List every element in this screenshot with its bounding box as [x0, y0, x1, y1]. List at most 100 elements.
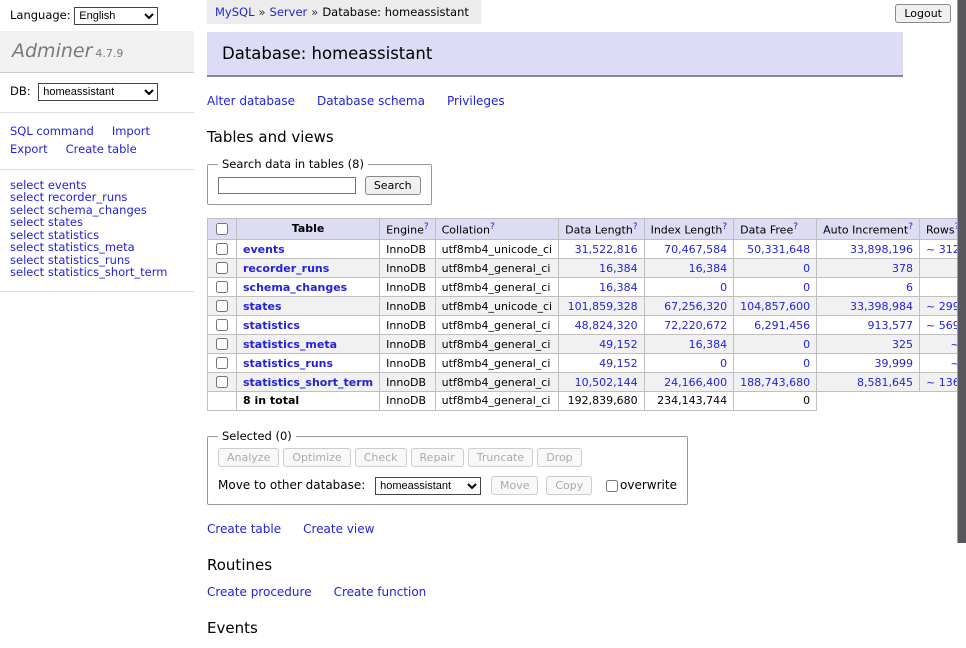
table-name-link[interactable]: statistics_short_term [48, 265, 168, 279]
index-length-cell-link[interactable]: 16,384 [689, 338, 728, 351]
row-checkbox[interactable] [216, 357, 228, 369]
row-checkbox[interactable] [216, 262, 228, 274]
data-length-cell-link[interactable]: 48,824,320 [575, 319, 638, 332]
data-free-cell-link[interactable]: 104,857,600 [740, 300, 810, 313]
row-checkbox[interactable] [216, 319, 228, 331]
db-select[interactable]: homeassistant [38, 83, 158, 101]
index-length-cell-link[interactable]: 0 [720, 281, 727, 294]
data-free-cell-link[interactable]: 188,743,680 [740, 376, 810, 389]
nav-link[interactable]: Create table [207, 522, 281, 536]
data-free-cell-link[interactable]: 0 [803, 281, 810, 294]
nav-link[interactable]: Create procedure [207, 585, 312, 599]
data-length-cell-link[interactable]: 16,384 [599, 281, 638, 294]
index-length-cell-link[interactable]: 70,467,584 [664, 243, 727, 256]
truncate-button[interactable]: Truncate [468, 448, 533, 467]
auto-increment-cell-link[interactable]: 6 [906, 281, 913, 294]
row-checkbox[interactable] [216, 376, 228, 388]
overwrite-wrap: overwrite [604, 478, 677, 492]
index-length-cell-link[interactable]: 0 [720, 357, 727, 370]
table-link[interactable]: events [243, 243, 285, 256]
table-link[interactable]: states [243, 300, 282, 313]
table-link[interactable]: recorder_runs [243, 262, 329, 275]
data-length-cell: 49,152 [559, 335, 644, 354]
repair-button[interactable]: Repair [411, 448, 464, 467]
search-button[interactable]: Search [365, 176, 421, 195]
move-button[interactable]: Move [491, 476, 539, 495]
brand-band: Adminer4.7.9 [0, 31, 194, 73]
help-icon[interactable]: ? [722, 222, 727, 232]
routines-links: Create procedure Create function [207, 585, 903, 599]
data-free-cell-link[interactable]: 50,331,648 [747, 243, 810, 256]
nav-link[interactable]: Create view [303, 522, 374, 536]
search-input[interactable] [218, 177, 356, 194]
auto-increment-cell-link[interactable]: 913,577 [868, 319, 914, 332]
data-length-cell-link[interactable]: 31,522,816 [575, 243, 638, 256]
optimize-button[interactable]: Optimize [283, 448, 350, 467]
help-icon[interactable]: ? [908, 222, 913, 232]
help-icon[interactable]: ? [424, 222, 429, 232]
nav-link[interactable]: Create function [334, 585, 427, 599]
total-row: 8 in total InnoDB utf8mb4_general_ci 192… [208, 392, 966, 411]
data-free-cell-link[interactable]: 0 [803, 357, 810, 370]
table-link[interactable]: statistics_meta [243, 338, 337, 351]
page-scrollbar[interactable] [957, 0, 966, 543]
data-free-cell-link[interactable]: 0 [803, 262, 810, 275]
help-icon[interactable]: ? [633, 222, 638, 232]
auto-increment-cell-link[interactable]: 325 [892, 338, 913, 351]
collation-cell: utf8mb4_general_ci [435, 316, 558, 335]
index-length-cell-link[interactable]: 24,166,400 [664, 376, 727, 389]
data-length-cell-link[interactable]: 49,152 [599, 357, 638, 370]
auto-increment-cell-link[interactable]: 33,398,984 [850, 300, 913, 313]
select-all-checkbox[interactable] [216, 223, 228, 235]
sidebar-action-link[interactable]: SQL command [10, 124, 94, 138]
row-checkbox[interactable] [216, 243, 228, 255]
select-link[interactable]: select [10, 265, 44, 279]
nav-link[interactable]: Alter database [207, 94, 295, 108]
sidebar-action-link[interactable]: Import [112, 124, 150, 138]
data-length-cell-link[interactable]: 101,859,328 [568, 300, 638, 313]
language-select[interactable]: English [74, 7, 158, 25]
auto-increment-cell-link[interactable]: 33,898,196 [850, 243, 913, 256]
auto-increment-cell-link[interactable]: 378 [892, 262, 913, 275]
data-length-cell: 10,502,144 [559, 373, 644, 392]
row-checkbox[interactable] [216, 300, 228, 312]
data-free-cell-link[interactable]: 6,291,456 [754, 319, 810, 332]
table-link[interactable]: statistics_short_term [243, 376, 373, 389]
table-row: statesInnoDButf8mb4_unicode_ci101,859,32… [208, 297, 966, 316]
row-checkbox[interactable] [216, 281, 228, 293]
table-link[interactable]: statistics_runs [243, 357, 333, 370]
index-length-cell-link[interactable]: 72,220,672 [664, 319, 727, 332]
sidebar-action-link[interactable]: Export [10, 142, 48, 156]
breadcrumb-separator: » [311, 5, 318, 19]
overwrite-checkbox[interactable] [606, 480, 618, 492]
row-checkbox[interactable] [216, 338, 228, 350]
auto-increment-cell-link[interactable]: 39,999 [875, 357, 914, 370]
index-length-cell-link[interactable]: 67,256,320 [664, 300, 727, 313]
data-length-cell-link[interactable]: 10,502,144 [575, 376, 638, 389]
nav-link[interactable]: Privileges [447, 94, 505, 108]
adminer-brand-link[interactable]: Adminer [12, 40, 92, 62]
table-link[interactable]: schema_changes [243, 281, 347, 294]
move-db-select[interactable]: homeassistant [375, 477, 481, 495]
copy-button[interactable]: Copy [546, 476, 592, 495]
breadcrumb-mysql-link[interactable]: MySQL [215, 5, 255, 19]
auto-increment-cell: 8,581,645 [817, 373, 920, 392]
help-icon[interactable]: ? [793, 222, 798, 232]
table-link[interactable]: statistics [243, 319, 300, 332]
data-length-cell-link[interactable]: 49,152 [599, 338, 638, 351]
breadcrumb-server-link[interactable]: Server [270, 5, 308, 19]
data-free-cell-link[interactable]: 0 [803, 338, 810, 351]
logout-button[interactable]: Logout [895, 4, 951, 23]
sidebar-action-link[interactable]: Create table [66, 142, 137, 156]
move-label: Move to other database: [218, 478, 365, 492]
check-button[interactable]: Check [355, 448, 407, 467]
row-checkbox-cell [208, 354, 237, 373]
data-length-cell-link[interactable]: 16,384 [599, 262, 638, 275]
help-icon[interactable]: ? [490, 222, 495, 232]
nav-link[interactable]: Database schema [317, 94, 425, 108]
drop-button[interactable]: Drop [537, 448, 581, 467]
row-checkbox-cell [208, 278, 237, 297]
auto-increment-cell-link[interactable]: 8,581,645 [857, 376, 913, 389]
index-length-cell-link[interactable]: 16,384 [689, 262, 728, 275]
analyze-button[interactable]: Analyze [218, 448, 279, 467]
